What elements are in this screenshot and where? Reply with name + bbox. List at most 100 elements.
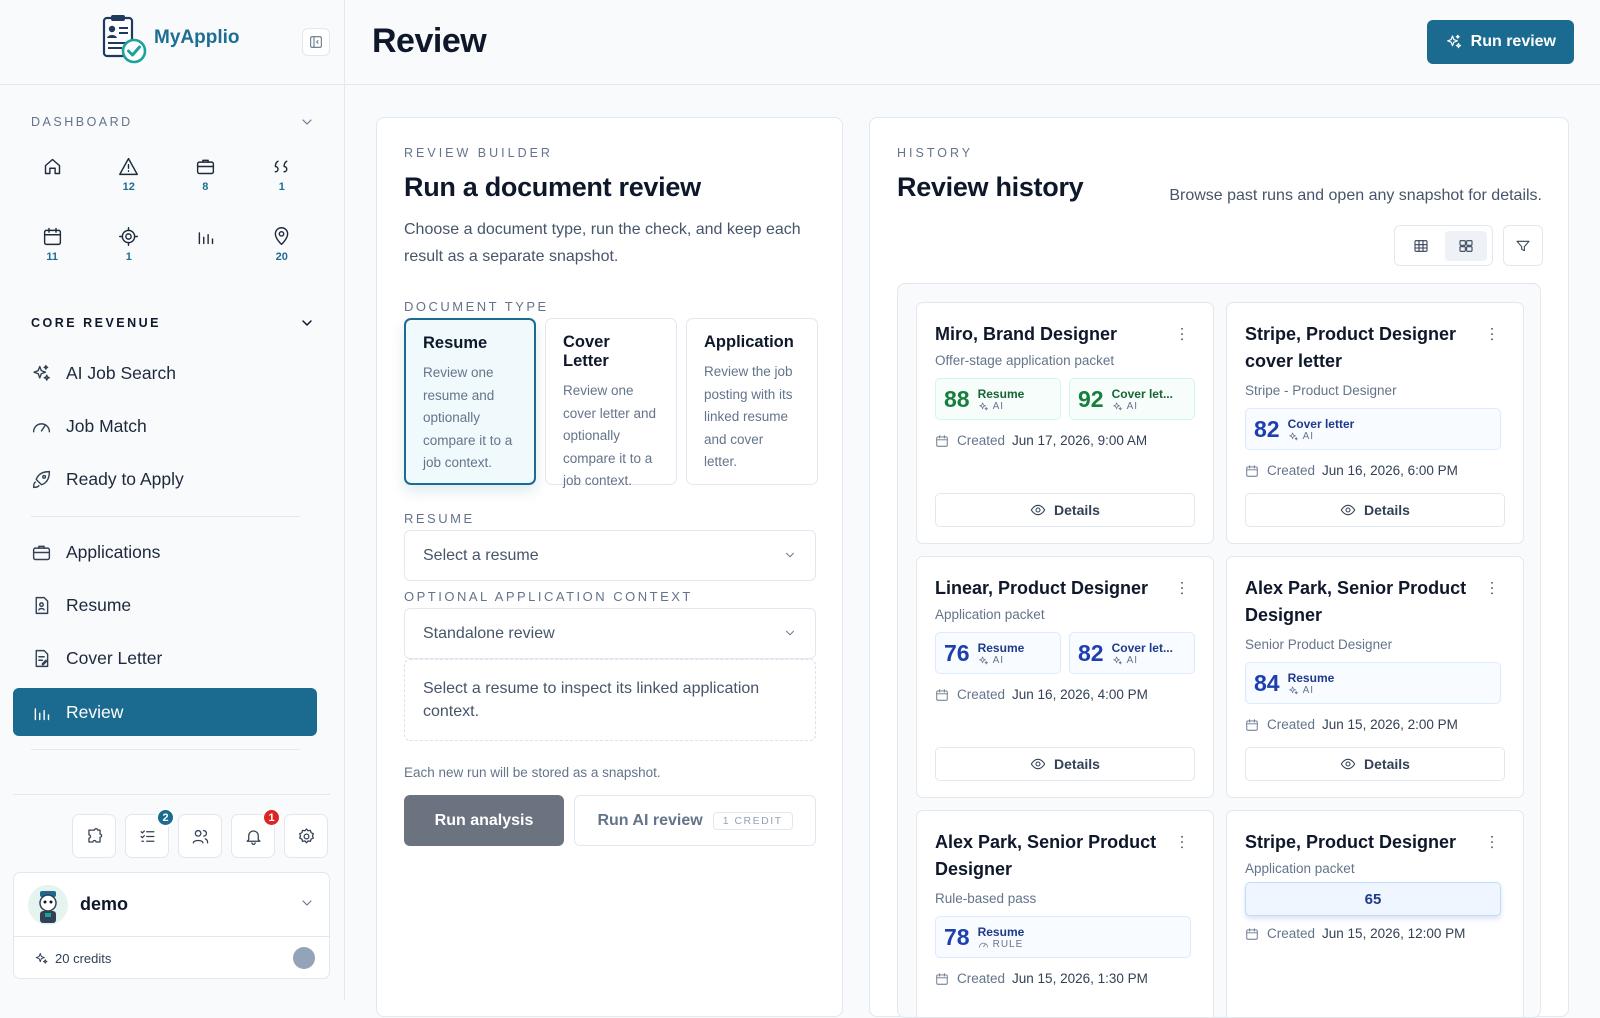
quick-locations[interactable]: 20 — [244, 226, 321, 272]
sparkles-icon — [1112, 655, 1122, 664]
sidebar-item-applications[interactable]: Applications — [13, 528, 317, 576]
builder-title: Run a document review — [404, 172, 701, 202]
details-label: Details — [1054, 502, 1100, 518]
card-scores: 88 Resume AI 92 Cover let... AI — [935, 378, 1195, 420]
score-badge: 82 Cover letter AI — [1245, 408, 1501, 450]
puzzle-icon — [87, 827, 102, 843]
eye-icon — [1340, 758, 1356, 770]
doc-type-application[interactable]: Application Review the job posting with … — [686, 318, 818, 485]
tasks-button[interactable]: 2 — [125, 808, 175, 858]
application-context-select[interactable]: Standalone review — [404, 608, 816, 659]
snapshot-note: Each new run will be stored as a snapsho… — [404, 765, 661, 780]
builder-description: Choose a document type, run the check, a… — [404, 221, 801, 265]
card-scores: 65 — [1245, 882, 1501, 916]
user-menu[interactable]: demo 20 credits — [13, 872, 330, 979]
filter-button[interactable] — [1503, 225, 1543, 266]
created-label: Created — [957, 433, 1006, 448]
created-label: Created — [1267, 717, 1316, 732]
more-vertical-icon[interactable] — [1173, 579, 1191, 597]
review-builder-panel: REVIEW BUILDER Run a document review Cho… — [376, 117, 843, 1017]
quick-quotes[interactable]: 1 — [244, 156, 321, 202]
quick-calendar[interactable]: 11 — [14, 226, 91, 272]
history-card[interactable]: Stripe, Product Designer Application pac… — [1226, 810, 1524, 1017]
sparkles-icon — [35, 952, 48, 964]
more-vertical-icon[interactable] — [1483, 325, 1501, 343]
score-source-label: AI — [992, 654, 1005, 666]
created-label: Created — [957, 687, 1006, 702]
doc-type-resume[interactable]: Resume Review one resume and optionally … — [404, 318, 536, 485]
details-button[interactable]: Details — [1245, 493, 1505, 527]
quote-icon — [274, 160, 288, 173]
run-review-button[interactable]: Run review — [1426, 20, 1574, 64]
quick-count: 8 — [202, 181, 209, 193]
score-value: 65 — [1364, 890, 1382, 908]
review-history-panel: HISTORY Review history Browse past runs … — [869, 117, 1569, 1018]
card-title: Linear, Product Designer — [935, 578, 1149, 598]
resume-select[interactable]: Select a resume — [404, 530, 816, 581]
quick-alerts[interactable]: 12 — [91, 156, 168, 202]
score-source: AI — [1112, 401, 1173, 412]
sidebar-item-job-match[interactable]: Job Match — [13, 402, 317, 450]
card-created: Created Jun 15, 2026, 1:30 PM — [935, 971, 1148, 986]
core-revenue-section-toggle[interactable]: CORE REVENUE — [31, 315, 315, 331]
team-button[interactable] — [178, 814, 222, 858]
run-analysis-button[interactable]: Run analysis — [404, 795, 564, 846]
sidebar-item-ai-job-search[interactable]: AI Job Search — [13, 349, 317, 397]
bell-icon — [246, 829, 260, 845]
score-value: 82 — [1254, 415, 1280, 442]
doc-type-desc: Review one cover letter and optionally c… — [563, 383, 657, 488]
more-vertical-icon[interactable] — [1483, 833, 1501, 851]
credits-text: 20 credits — [55, 950, 112, 966]
details-label: Details — [1054, 756, 1100, 772]
run-ai-review-button[interactable]: Run AI review 1 CREDIT — [574, 795, 816, 846]
history-card[interactable]: Stripe, Product Designer cover letter St… — [1226, 302, 1524, 544]
quick-home[interactable] — [14, 156, 91, 202]
sidebar-item-resume[interactable]: Resume — [13, 581, 317, 629]
doc-type-cover-letter[interactable]: Cover Letter Review one cover letter and… — [545, 318, 677, 488]
more-vertical-icon[interactable] — [1173, 833, 1191, 851]
rocket-icon — [32, 470, 51, 488]
collapse-sidebar-button[interactable] — [302, 28, 330, 56]
created-date: Jun 15, 2026, 1:30 PM — [1012, 971, 1148, 986]
notifications-button[interactable]: 1 — [231, 808, 281, 858]
card-scores: 82 Cover letter AI — [1245, 408, 1501, 450]
card-scores: 84 Resume AI — [1245, 662, 1501, 704]
more-vertical-icon[interactable] — [1483, 579, 1501, 597]
table-view-button[interactable] — [1400, 231, 1442, 261]
sidebar-item-review[interactable]: Review — [13, 688, 317, 736]
quick-jobs[interactable]: 8 — [167, 156, 244, 202]
user-menu-header[interactable]: demo — [14, 873, 329, 937]
score-label: Resume — [977, 924, 1025, 939]
history-card[interactable]: Alex Park, Senior Product Designer Senio… — [1226, 556, 1524, 798]
dashboard-section-toggle[interactable]: DASHBOARD — [31, 114, 315, 130]
gear-icon — [298, 827, 314, 843]
score-label: Resume — [1287, 670, 1335, 685]
quick-target[interactable]: 1 — [91, 226, 168, 272]
history-card[interactable]: Alex Park, Senior Product Designer Rule-… — [916, 810, 1214, 1017]
settings-button[interactable] — [284, 814, 328, 858]
sidebar-divider — [13, 794, 330, 795]
more-vertical-icon[interactable] — [1173, 325, 1191, 343]
score-label: Cover letter — [1287, 416, 1355, 431]
quick-analytics[interactable] — [167, 226, 244, 272]
details-button[interactable]: Details — [1245, 747, 1505, 781]
doc-type-title: Cover Letter — [563, 333, 610, 370]
sidebar-item-cover-letter[interactable]: Cover Letter — [13, 634, 317, 682]
history-card[interactable]: Linear, Product Designer Application pac… — [916, 556, 1214, 798]
brand-name: MyApplio — [154, 27, 240, 48]
history-card[interactable]: Miro, Brand Designer Offer-stage applica… — [916, 302, 1214, 544]
sidebar-divider — [31, 516, 300, 517]
quick-count: 11 — [46, 251, 59, 263]
score-meta: Cover let... AI — [1112, 641, 1173, 666]
quick-count: 20 — [275, 251, 288, 263]
grid-view-button[interactable] — [1444, 230, 1487, 261]
sidebar-item-ready-to-apply[interactable]: Ready to Apply — [13, 455, 317, 503]
dashboard-quick-grid: 12 8 1 11 1 20 — [14, 156, 320, 272]
details-button[interactable]: Details — [935, 747, 1195, 781]
doc-type-desc: Review the job posting with its linked r… — [704, 364, 793, 469]
score-source: AI — [1288, 685, 1335, 696]
integrations-button[interactable] — [72, 814, 116, 858]
details-button[interactable]: Details — [935, 493, 1195, 527]
history-title: Review history — [897, 172, 1084, 202]
sidebar-item-label: Review — [66, 701, 124, 722]
